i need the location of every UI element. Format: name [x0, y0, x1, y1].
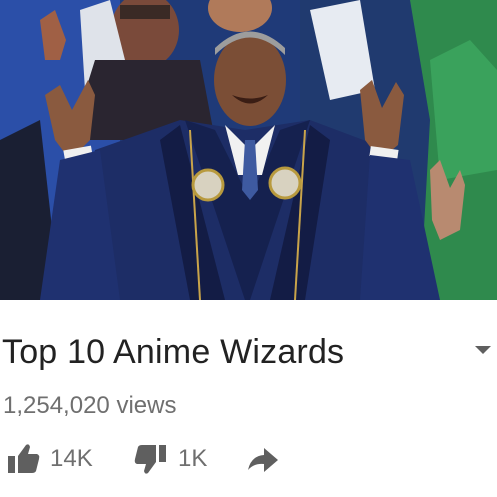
video-info-panel: Top 10 Anime Wizards 1,254,020 views 14K — [0, 300, 497, 497]
like-count: 14K — [50, 445, 93, 472]
action-bar: 14K 1K — [0, 438, 497, 480]
like-button[interactable]: 14K — [4, 438, 93, 480]
view-count: 1,254,020 views — [3, 392, 177, 419]
thumbs-up-icon — [4, 440, 42, 478]
expand-description-button[interactable] — [470, 340, 496, 360]
share-button[interactable] — [244, 438, 282, 480]
video-player[interactable] — [0, 0, 497, 300]
video-screen: Top 10 Anime Wizards 1,254,020 views 14K — [0, 0, 497, 497]
chevron-down-icon — [475, 346, 491, 354]
share-arrow-icon — [244, 440, 282, 478]
thumbs-down-icon — [132, 440, 170, 478]
dislike-button[interactable]: 1K — [132, 438, 207, 480]
video-title: Top 10 Anime Wizards — [2, 333, 345, 371]
video-thumbnail-image — [0, 0, 497, 300]
dislike-count: 1K — [178, 445, 208, 472]
